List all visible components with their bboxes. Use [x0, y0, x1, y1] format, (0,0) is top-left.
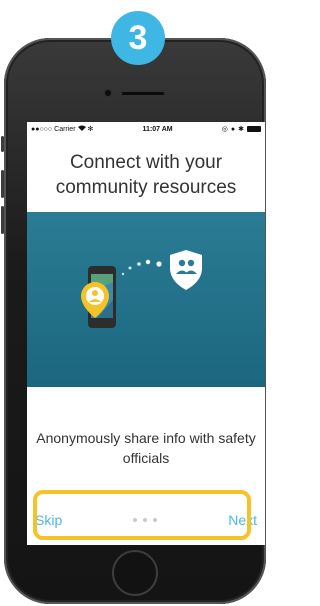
- volume-down-button: [1, 206, 4, 234]
- home-button[interactable]: [112, 550, 158, 596]
- battery-icon: [247, 126, 261, 132]
- step-number-badge: 3: [111, 11, 165, 65]
- skip-button[interactable]: Skip: [27, 512, 70, 528]
- onboarding-subtitle: Anonymously share info with safety offic…: [36, 430, 256, 466]
- location-icon: ●: [230, 125, 236, 133]
- signal-icon: ●●○○○: [31, 125, 53, 133]
- page-dot: [143, 518, 148, 522]
- page-dot: [153, 518, 158, 522]
- onboarding-illustration: [27, 212, 265, 387]
- carrier-label: Carrier: [54, 125, 76, 133]
- community-shield-icon: [170, 250, 202, 290]
- activity-icon: ✻: [87, 126, 94, 133]
- earpiece-speaker: [121, 91, 165, 96]
- front-camera: [104, 89, 112, 97]
- onboarding-title: Connect with your community resources: [55, 152, 237, 198]
- onboarding-nav-bar: Skip Next: [27, 502, 265, 538]
- status-bar: ●●○○○ Carrier ✻ 11:07 AM ◎ ● ✱: [27, 122, 265, 136]
- next-button[interactable]: Next: [220, 512, 265, 528]
- page-indicator: [133, 518, 158, 522]
- connection-dots-icon: [121, 259, 162, 276]
- alarm-icon: ◎: [221, 126, 228, 133]
- volume-up-button: [1, 170, 4, 198]
- silent-switch: [1, 136, 4, 152]
- wifi-icon: [77, 125, 86, 133]
- phone-screen: ●●○○○ Carrier ✻ 11:07 AM ◎ ● ✱ Connect w…: [27, 122, 265, 545]
- bluetooth-icon: ✱: [238, 126, 244, 133]
- page-dot: [133, 518, 138, 522]
- status-time: 11:07 AM: [142, 125, 173, 133]
